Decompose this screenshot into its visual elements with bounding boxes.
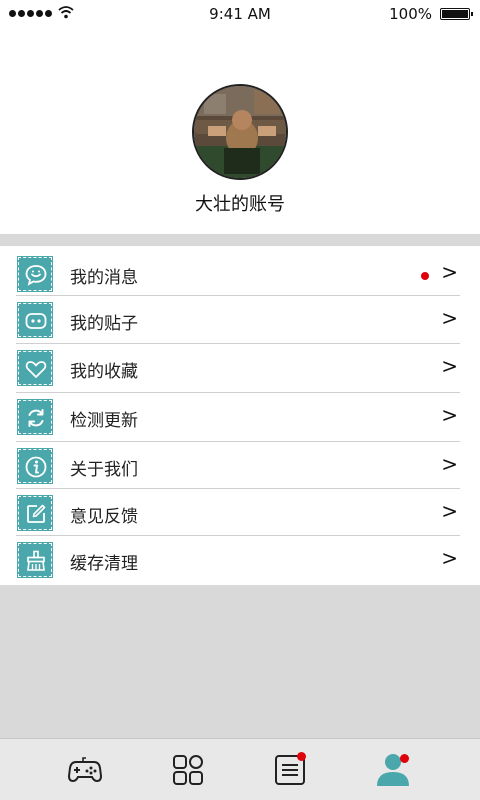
broom-icon <box>17 542 53 578</box>
unread-badge <box>421 272 429 280</box>
menu-item-label: 我的贴子 <box>70 314 138 334</box>
apps-grid-icon <box>173 755 203 785</box>
menu-item-favorites[interactable]: 我的收藏 > <box>0 344 480 392</box>
bottom-tab-bar <box>0 738 480 800</box>
menu-item-messages[interactable]: 我的消息 > <box>0 250 480 298</box>
message-smile-icon <box>17 256 53 292</box>
menu-item-label: 缓存清理 <box>70 554 138 574</box>
avatar-photo <box>194 86 286 178</box>
settings-menu: 我的消息 > 我的贴子 > 我的收藏 > 检测更新 > 关于我们 > 意见反馈 … <box>0 246 480 585</box>
account-name: 大壮的账号 <box>195 194 285 215</box>
menu-item-feedback[interactable]: 意见反馈 > <box>0 489 480 537</box>
info-icon <box>17 448 53 484</box>
chevron-right-icon: > <box>441 306 458 330</box>
menu-item-label: 检测更新 <box>70 411 138 431</box>
status-bar: 9:41 AM 100% <box>0 0 480 28</box>
menu-item-label: 意见反馈 <box>70 507 138 527</box>
gamepad-icon <box>68 757 102 783</box>
refresh-icon <box>17 399 53 435</box>
chevron-right-icon: > <box>441 403 458 427</box>
menu-item-label: 关于我们 <box>70 460 138 480</box>
edit-icon <box>17 495 53 531</box>
battery-icon <box>440 8 473 20</box>
tab-apps[interactable] <box>138 739 238 800</box>
battery-percentage: 100% <box>389 5 432 23</box>
chevron-right-icon: > <box>441 452 458 476</box>
news-badge <box>297 752 306 761</box>
menu-item-check-update[interactable]: 检测更新 > <box>0 393 480 441</box>
chevron-right-icon: > <box>441 499 458 523</box>
menu-item-posts[interactable]: 我的贴子 > <box>0 296 480 344</box>
chevron-right-icon: > <box>441 354 458 378</box>
avatar[interactable] <box>192 84 288 180</box>
section-separator <box>0 234 480 246</box>
menu-item-label: 我的消息 <box>70 268 138 288</box>
menu-item-about[interactable]: 关于我们 > <box>0 442 480 490</box>
chevron-right-icon: > <box>441 260 458 284</box>
menu-item-label: 我的收藏 <box>70 362 138 382</box>
menu-item-clear-cache[interactable]: 缓存清理 > <box>0 536 480 584</box>
profile-badge <box>400 754 409 763</box>
profile-header: 大壮的账号 <box>0 28 480 234</box>
chevron-right-icon: > <box>441 546 458 570</box>
posts-icon <box>17 302 53 338</box>
tab-news[interactable] <box>240 739 340 800</box>
tab-games[interactable] <box>35 739 135 800</box>
heart-icon <box>17 350 53 386</box>
tab-profile[interactable] <box>343 739 443 800</box>
empty-content-area <box>0 585 480 738</box>
